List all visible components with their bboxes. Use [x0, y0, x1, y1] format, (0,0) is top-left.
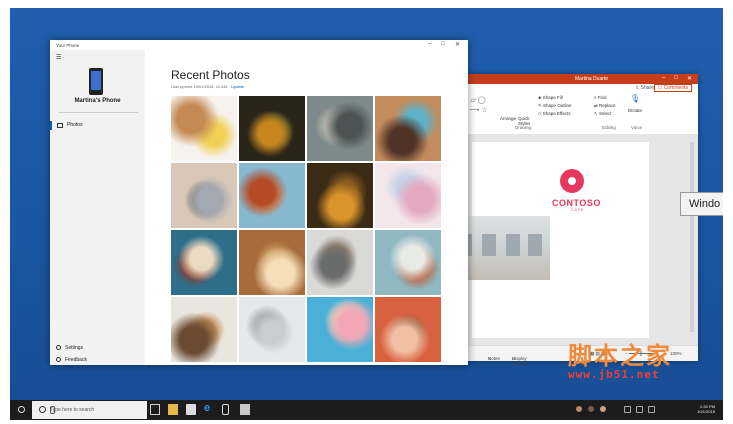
microphone-icon[interactable]	[50, 406, 55, 414]
photo-thumbnail[interactable]	[375, 230, 441, 295]
microphone-icon[interactable]: 🎙	[630, 94, 640, 103]
battery-icon[interactable]	[636, 406, 643, 413]
photo-thumbnail[interactable]	[307, 96, 373, 161]
photo-thumbnail[interactable]	[375, 163, 441, 228]
search-icon	[39, 406, 46, 413]
photo-thumbnail[interactable]	[239, 163, 305, 228]
taskbar: Type here to search e 2:30 PM 10/1/2018	[10, 400, 723, 420]
shape-effects-button[interactable]: ◇ Shape Effects	[538, 111, 571, 117]
comments-button[interactable]: ▭ Comments	[653, 84, 692, 92]
close-icon[interactable]: ✕	[455, 41, 460, 48]
photo-thumbnail[interactable]	[307, 230, 373, 295]
minimize-icon[interactable]: –	[662, 75, 665, 82]
phone-name: Martina's Phone	[74, 98, 121, 104]
vertical-scrollbar[interactable]	[690, 142, 694, 332]
page-title: Recent Photos	[171, 68, 250, 82]
main-content: Recent Photos Last synced 10/01/2018, 10…	[145, 50, 468, 365]
minimize-icon[interactable]: –	[428, 41, 431, 48]
contact-avatar[interactable]	[576, 406, 582, 412]
phone-icon	[89, 68, 103, 95]
shape-fill-button[interactable]: ◈ Shape Fill	[538, 95, 563, 101]
powerpoint-window-title: Martina Duarte	[575, 76, 609, 82]
photo-thumbnail[interactable]	[375, 297, 441, 362]
edge-icon[interactable]: e	[204, 402, 214, 414]
ribbon: ▭ ▱ ◯ ▷ ⟶ ☆ Arrange Quick Styles ◈ Shape…	[460, 92, 698, 135]
gear-icon	[56, 345, 61, 351]
watermark-logo: 脚本之家	[568, 341, 672, 370]
search-box[interactable]: Type here to search	[32, 401, 147, 419]
photo-thumbnail[interactable]	[239, 96, 305, 161]
photo-thumbnail[interactable]	[375, 96, 441, 161]
volume-icon[interactable]	[648, 406, 655, 413]
contact-avatar[interactable]	[600, 406, 606, 412]
photo-thumbnail[interactable]	[171, 163, 237, 228]
start-button[interactable]	[10, 400, 32, 420]
photos-app-icon[interactable]	[240, 404, 250, 415]
storefront-window	[482, 234, 496, 256]
photo-thumbnail[interactable]	[239, 297, 305, 362]
maximize-icon[interactable]: □	[674, 75, 678, 82]
clock[interactable]: 2:30 PM 10/1/2018	[697, 404, 715, 414]
find-button[interactable]: ⌕ Find	[594, 95, 607, 100]
watermark-url: www.jb51.net	[568, 368, 660, 381]
photo-thumbnail[interactable]	[171, 96, 237, 161]
update-link[interactable]: Update	[231, 84, 244, 89]
replace-button[interactable]: ⇄ Replace	[594, 103, 616, 109]
cortana-icon	[18, 406, 25, 413]
photo-thumbnail[interactable]	[307, 297, 373, 362]
photo-thumbnail[interactable]	[171, 230, 237, 295]
editing-group-label: Editing	[602, 125, 616, 130]
contact-avatar[interactable]	[588, 406, 594, 412]
photos-icon	[57, 123, 63, 128]
shape-outline-button[interactable]: ✎ Shape Outline	[538, 103, 572, 109]
sidebar-item-photos[interactable]: Photos	[50, 120, 145, 131]
file-explorer-icon[interactable]	[168, 404, 178, 415]
voice-group-label: Voice	[631, 125, 643, 130]
photo-thumbnail[interactable]	[307, 163, 373, 228]
photo-grid	[171, 96, 441, 362]
your-phone-window[interactable]: Your Phone – □ ✕ ☰ Martina's Phone Photo…	[50, 40, 468, 365]
sync-status: Last synced 10/01/2018, 10 AM Update	[171, 84, 244, 89]
select-button[interactable]: ↖ Select	[594, 111, 612, 117]
clock-date: 10/1/2018	[697, 409, 715, 414]
hamburger-menu-icon[interactable]: ☰	[56, 54, 61, 61]
photo-thumbnail[interactable]	[171, 297, 237, 362]
tooltip: Windo	[680, 192, 723, 216]
selection-indicator	[50, 121, 52, 130]
arrange-button[interactable]: Arrange	[500, 116, 516, 121]
network-icon[interactable]	[624, 406, 631, 413]
store-icon[interactable]	[186, 404, 196, 415]
sidebar: ☰ Martina's Phone Photos Settings Feedba…	[50, 50, 145, 365]
logo-text: CONTOSO	[552, 198, 601, 208]
share-button[interactable]: ⇪ Share	[635, 85, 654, 91]
phone-app-icon[interactable]	[222, 404, 229, 415]
sidebar-item-settings[interactable]: Settings	[56, 345, 83, 351]
close-icon[interactable]: ✕	[687, 75, 692, 82]
sidebar-item-label: Photos	[67, 122, 83, 128]
drawing-group-label: Drawing	[515, 125, 532, 130]
search-placeholder: Type here to search	[50, 407, 95, 413]
ribbon-tabs: ⇪ Share ▭ Comments	[460, 84, 698, 92]
sidebar-item-feedback[interactable]: Feedback	[56, 357, 87, 363]
task-view-icon[interactable]	[150, 404, 160, 415]
donut-logo-icon	[560, 169, 584, 193]
dictate-button[interactable]: Dictate	[628, 108, 642, 113]
logo-subtext: CAFE	[571, 208, 585, 212]
storefront-window	[506, 234, 520, 256]
storefront-window	[528, 234, 542, 256]
powerpoint-titlebar[interactable]: Martina Duarte – □ ✕	[460, 74, 698, 84]
maximize-icon[interactable]: □	[441, 41, 445, 48]
divider	[58, 112, 138, 113]
photo-thumbnail[interactable]	[239, 230, 305, 295]
your-phone-titlebar[interactable]: Your Phone – □ ✕	[50, 40, 468, 50]
feedback-icon	[56, 357, 61, 363]
your-phone-window-title: Your Phone	[56, 43, 80, 48]
